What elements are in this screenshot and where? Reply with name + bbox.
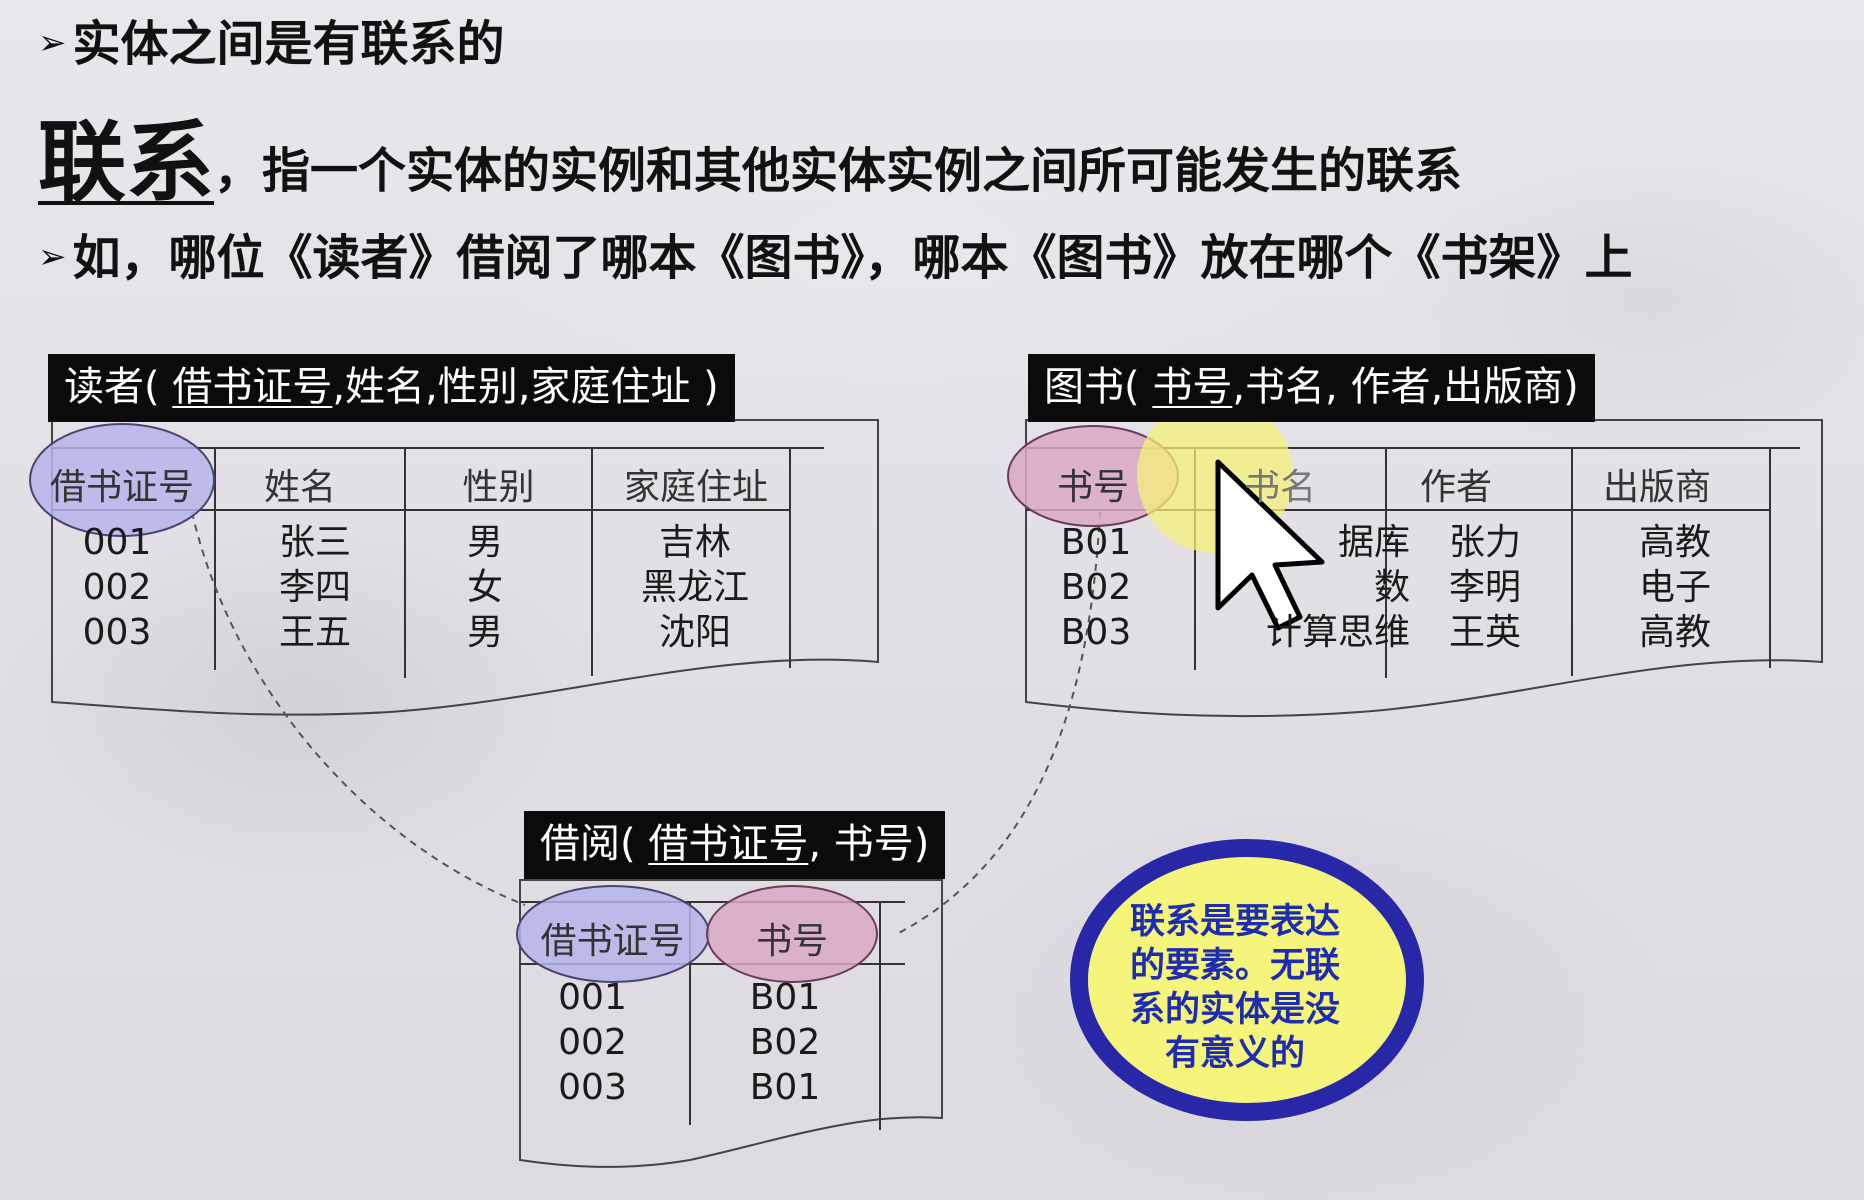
book-title-key: 书号	[1152, 364, 1233, 410]
reader-column-card-no: 001 002 003	[82, 522, 152, 653]
reader-column-name: 张三 李四 王五	[278, 522, 351, 653]
borrow-table-title: 借阅( 借书证号, 书号)	[524, 811, 946, 879]
book-column-author: 张力 李明 王英	[1448, 522, 1521, 653]
reader-title-key: 借书证号	[172, 364, 333, 410]
book-header-book-no: 书号	[1056, 467, 1129, 508]
note-text: 联系是要表达的要素。无联系的实体是没有意义的	[1129, 902, 1340, 1074]
reader-header-name: 姓名	[263, 467, 336, 508]
book-header-publisher: 出版商	[1602, 467, 1711, 508]
book-header-title: 书名	[1243, 467, 1316, 508]
reader-header-gender: 性别	[462, 467, 535, 508]
reader-column-gender: 男 女 男	[466, 522, 503, 653]
reader-header-address: 家庭住址	[623, 467, 768, 508]
reader-header-card-no: 借书证号	[49, 467, 194, 508]
borrow-header-card-no: 借书证号	[540, 921, 685, 962]
reader-column-address: 吉林 黑龙江 沈阳	[640, 522, 749, 653]
borrow-title-key: 借书证号	[648, 821, 809, 867]
borrow-column-card-no: 001 002 003	[558, 977, 627, 1108]
book-column-book-no: B01 B02 B03	[1060, 522, 1132, 653]
book-column-title: 据库 数 计算思维	[1265, 522, 1410, 653]
book-column-publisher: 高教 电子 高教	[1638, 522, 1711, 653]
borrow-header-book-no: 书号	[755, 921, 828, 962]
borrow-column-book-no: B01 B02 B01	[749, 977, 821, 1108]
book-header-author: 作者	[1419, 467, 1492, 508]
reader-table-title: 读者( 借书证号,姓名,性别,家庭住址 )	[48, 354, 735, 422]
book-table-title: 图书( 书号,书名, 作者,出版商)	[1028, 354, 1595, 422]
